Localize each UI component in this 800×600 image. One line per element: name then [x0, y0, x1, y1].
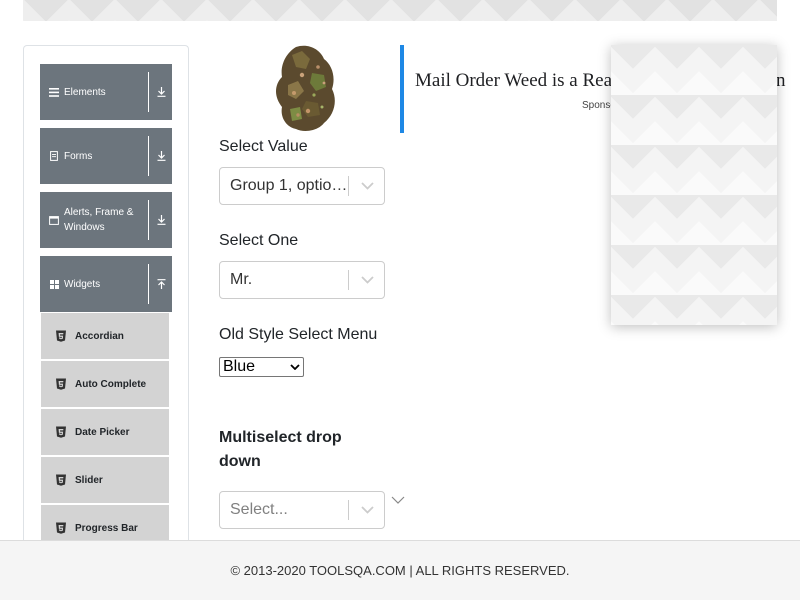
sidebar-item-date-picker[interactable]: Date Picker [41, 409, 169, 455]
left-panel: Elements Forms Alerts, Frame & Windows W… [23, 45, 189, 565]
grid-icon [47, 279, 61, 289]
select-one-dropdown[interactable]: Mr. [219, 261, 385, 299]
chevron-down-icon[interactable] [349, 262, 385, 298]
download-arrow-icon[interactable] [150, 192, 172, 248]
group-header-widgets[interactable]: Widgets [40, 256, 172, 312]
upload-arrow-icon[interactable] [150, 256, 172, 312]
sidebar-item-label: Accordian [75, 330, 124, 342]
group-label: Widgets [64, 278, 101, 290]
divider [148, 264, 149, 304]
html5-icon [56, 330, 66, 342]
footer: © 2013-2020 TOOLSQA.COM | ALL RIGHTS RES… [0, 540, 800, 600]
sidebar-item-label: Progress Bar [75, 522, 138, 534]
group-header-forms[interactable]: Forms [40, 128, 172, 184]
group-label: Forms [64, 150, 93, 162]
sidebar-item-label: Auto Complete [75, 378, 147, 390]
group-header-elements[interactable]: Elements [40, 64, 172, 120]
html5-icon [56, 474, 66, 486]
group-label: Alerts, Frame & Windows [64, 207, 134, 233]
chevron-down-icon[interactable] [349, 492, 385, 528]
chevron-down-icon[interactable] [349, 168, 385, 204]
group-header-alerts-frame-windows[interactable]: Alerts, Frame & Windows [40, 192, 172, 248]
chevron-down-icon[interactable] [391, 494, 405, 506]
select-value-dropdown[interactable]: Group 1, option 1 [219, 167, 385, 205]
window-icon [47, 215, 61, 225]
sidebar-item-label: Slider [75, 474, 103, 486]
footer-copyright: © 2013-2020 TOOLSQA.COM | ALL RIGHTS RES… [230, 563, 570, 578]
sidebar-item-slider[interactable]: Slider [41, 457, 169, 503]
download-arrow-icon[interactable] [150, 128, 172, 184]
multiselect-label: Multiselect drop down [219, 429, 342, 470]
select-one-current: Mr. [230, 271, 253, 288]
document-icon [47, 151, 61, 161]
ad-card[interactable] [611, 45, 777, 325]
html5-icon [56, 426, 66, 438]
divider [148, 72, 149, 112]
sidebar-item-accordian[interactable]: Accordian [41, 313, 169, 359]
html5-icon [56, 378, 66, 390]
list-icon [47, 87, 61, 97]
select-value-current: Group 1, option 1 [230, 177, 348, 194]
select-value-label: Select Value [219, 138, 308, 155]
divider [148, 200, 149, 240]
ad-accent-bar [400, 45, 404, 133]
multiselect-placeholder: Select... [230, 501, 288, 518]
ad-product-image[interactable] [262, 45, 352, 133]
old-style-select-menu[interactable]: Blue [219, 357, 304, 377]
chevron-down-icon [287, 364, 303, 370]
html5-icon [56, 522, 66, 534]
sidebar-item-auto-complete[interactable]: Auto Complete [41, 361, 169, 407]
sidebar-item-label: Date Picker [75, 426, 130, 438]
old-style-select-current: Blue [223, 358, 256, 375]
multiselect-dropdown[interactable]: Select... [219, 491, 385, 529]
select-one-label: Select One [219, 232, 299, 249]
download-arrow-icon[interactable] [150, 64, 172, 120]
old-style-select-label: Old Style Select Menu [219, 326, 378, 343]
top-banner-ad[interactable] [23, 0, 777, 21]
group-label: Elements [64, 86, 106, 98]
divider [148, 136, 149, 176]
